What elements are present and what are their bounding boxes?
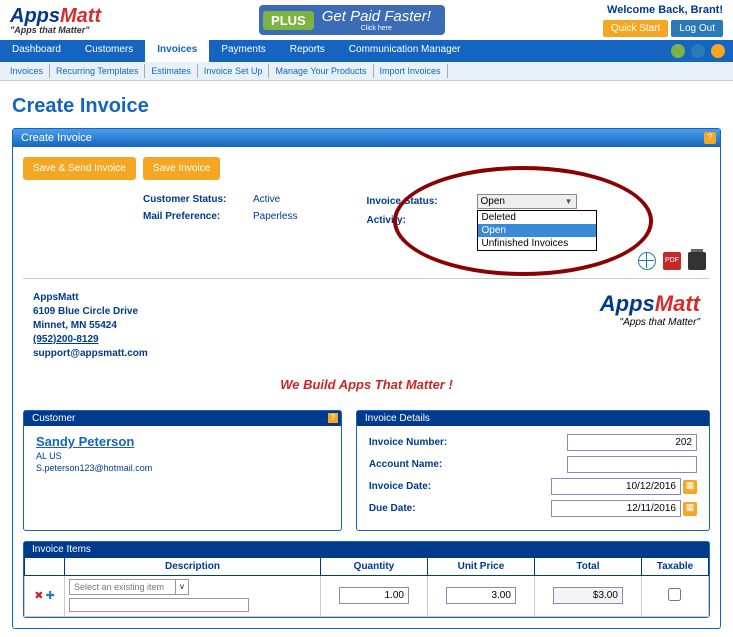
print-icon[interactable] — [688, 252, 706, 270]
opt-unfinished[interactable]: Unfinished Invoices — [478, 237, 596, 250]
customer-help-icon[interactable]: ? — [328, 413, 338, 423]
item-description-input[interactable] — [69, 598, 249, 612]
unit-price-input[interactable] — [446, 587, 516, 604]
sub-nav: Invoices Recurring Templates Estimates I… — [0, 62, 733, 81]
slogan: We Build Apps That Matter ! — [23, 377, 710, 392]
chevron-down-icon: ▼ — [565, 197, 573, 206]
customer-email: S.peterson123@hotmail.com — [36, 463, 329, 473]
main-nav: Dashboard Customers Invoices Payments Re… — [0, 40, 733, 62]
save-send-button[interactable]: Save & Send Invoice — [23, 157, 136, 180]
mail-pref-label: Mail Preference: — [143, 211, 253, 222]
tab-customers[interactable]: Customers — [73, 40, 145, 62]
company-logo: AppsMatt "Apps that Matter" — [600, 291, 700, 361]
create-invoice-panel: Create Invoice ? Save & Send Invoice Sav… — [12, 128, 721, 629]
plus-badge: PLUS — [263, 11, 314, 30]
page-title: Create Invoice — [12, 95, 721, 118]
gear-icon[interactable] — [671, 44, 685, 58]
globe-icon[interactable] — [638, 252, 656, 270]
customer-name-link[interactable]: Sandy Peterson — [36, 434, 134, 449]
customer-status-value: Active — [253, 194, 280, 205]
activity-label: Activity: — [367, 215, 477, 226]
invoice-status-dropdown: Deleted Open Unfinished Invoices — [477, 210, 597, 251]
invoice-date-input[interactable] — [551, 478, 681, 495]
quantity-input[interactable] — [339, 587, 409, 604]
panel-help-icon[interactable]: ? — [704, 132, 716, 144]
subnav-products[interactable]: Manage Your Products — [269, 64, 373, 78]
invoice-status-label: Invoice Status: — [367, 196, 477, 207]
calendar-icon[interactable]: ▦ — [683, 480, 697, 494]
tab-reports[interactable]: Reports — [278, 40, 337, 62]
tab-invoices[interactable]: Invoices — [145, 40, 209, 62]
save-button[interactable]: Save Invoice — [143, 157, 220, 180]
customer-status-label: Customer Status: — [143, 194, 253, 205]
tab-dashboard[interactable]: Dashboard — [0, 40, 73, 62]
quick-start-button[interactable]: Quick Start — [603, 20, 668, 37]
help-icon[interactable] — [711, 44, 725, 58]
delete-row-icon[interactable]: ✖ — [34, 589, 43, 602]
company-phone[interactable]: (952)200-8129 — [33, 333, 148, 347]
invoice-number-input[interactable] — [567, 434, 697, 451]
subnav-import[interactable]: Import Invoices — [374, 64, 448, 78]
tab-payments[interactable]: Payments — [209, 40, 277, 62]
invoice-items-panel: Invoice Items Description Quantity Unit … — [23, 541, 710, 618]
mail-pref-value: Paperless — [253, 211, 297, 222]
subnav-recurring[interactable]: Recurring Templates — [50, 64, 145, 78]
item-select[interactable]: Select an existing item v — [69, 579, 189, 595]
opt-deleted[interactable]: Deleted — [478, 211, 596, 224]
user-icon[interactable] — [691, 44, 705, 58]
row-total: $3.00 — [553, 587, 623, 604]
pdf-icon[interactable]: PDF — [663, 252, 681, 270]
chevron-down-icon: v — [175, 580, 188, 594]
company-info: AppsMatt 6109 Blue Circle Drive Minnet, … — [33, 291, 148, 361]
subnav-setup[interactable]: Invoice Set Up — [198, 64, 270, 78]
invoice-status-select[interactable]: Open ▼ — [477, 194, 577, 209]
welcome-text: Welcome Back, Brant! — [603, 4, 723, 16]
invoice-details-panel: Invoice Details Invoice Number: Account … — [356, 410, 710, 531]
panel-title: Create Invoice — [21, 132, 92, 144]
plus-banner[interactable]: PLUS Get Paid Faster! Click here — [259, 5, 445, 35]
app-logo: AppsMatt "Apps that Matter" — [10, 5, 101, 35]
logout-button[interactable]: Log Out — [671, 20, 723, 37]
tab-communication[interactable]: Communication Manager — [337, 40, 473, 62]
taxable-checkbox[interactable] — [668, 588, 681, 601]
customer-panel: Customer ? Sandy Peterson AL US S.peters… — [23, 410, 342, 531]
account-name-input[interactable] — [567, 456, 697, 473]
subnav-invoices[interactable]: Invoices — [4, 64, 50, 78]
customer-location: AL US — [36, 451, 329, 461]
calendar-icon[interactable]: ▦ — [683, 502, 697, 516]
item-row: ✖ ✚ Select an existing item v — [25, 576, 709, 617]
due-date-input[interactable] — [551, 500, 681, 517]
subnav-estimates[interactable]: Estimates — [145, 64, 198, 78]
add-row-icon[interactable]: ✚ — [46, 589, 55, 602]
opt-open[interactable]: Open — [478, 224, 596, 237]
